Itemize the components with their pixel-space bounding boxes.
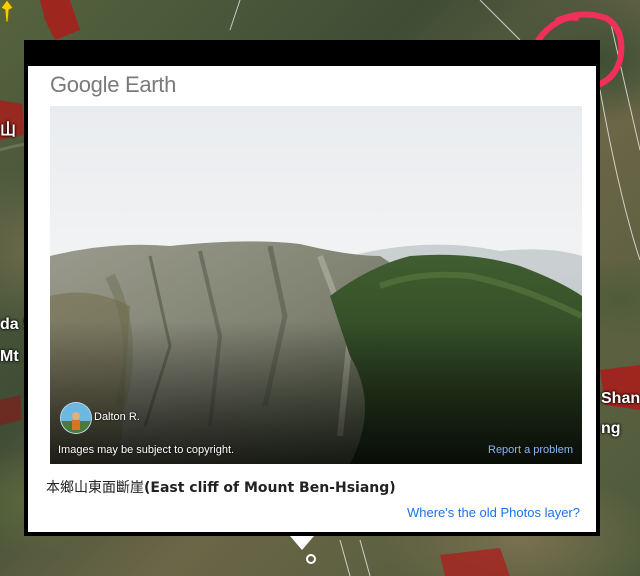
old-photos-layer-link[interactable]: Where's the old Photos layer? (407, 505, 580, 520)
map-place-label[interactable]: Mt (0, 348, 19, 366)
photo-caption: 本鄉山東面斷崖(East cliff of Mount Ben-Hsiang) (46, 477, 396, 497)
mountain-photo[interactable]: Dalton R. Images may be subject to copyr… (50, 106, 582, 464)
avatar-image (61, 403, 91, 433)
popup-card: Google Earth Dalton R. Images may be sub… (28, 66, 596, 532)
map-place-label[interactable]: 山 (0, 116, 16, 140)
google-earth-logo: Google Earth (50, 72, 177, 97)
author-avatar[interactable] (60, 402, 92, 434)
copyright-note: Images may be subject to copyright. (58, 444, 235, 456)
caption-cjk: 本鄉山東面斷崖 (46, 480, 144, 496)
popup-pointer (290, 536, 314, 550)
pushpin-icon[interactable] (0, 0, 14, 22)
location-marker[interactable] (306, 554, 316, 564)
map-place-label[interactable]: ng (601, 420, 621, 438)
photo-popup: Google Earth Dalton R. Images may be sub… (24, 40, 600, 536)
report-problem-link[interactable]: Report a problem (488, 444, 573, 456)
author-name[interactable]: Dalton R. (94, 411, 140, 423)
caption-english: (East cliff of Mount Ben-Hsiang) (144, 480, 396, 496)
map-place-label[interactable]: Shan (601, 390, 640, 408)
